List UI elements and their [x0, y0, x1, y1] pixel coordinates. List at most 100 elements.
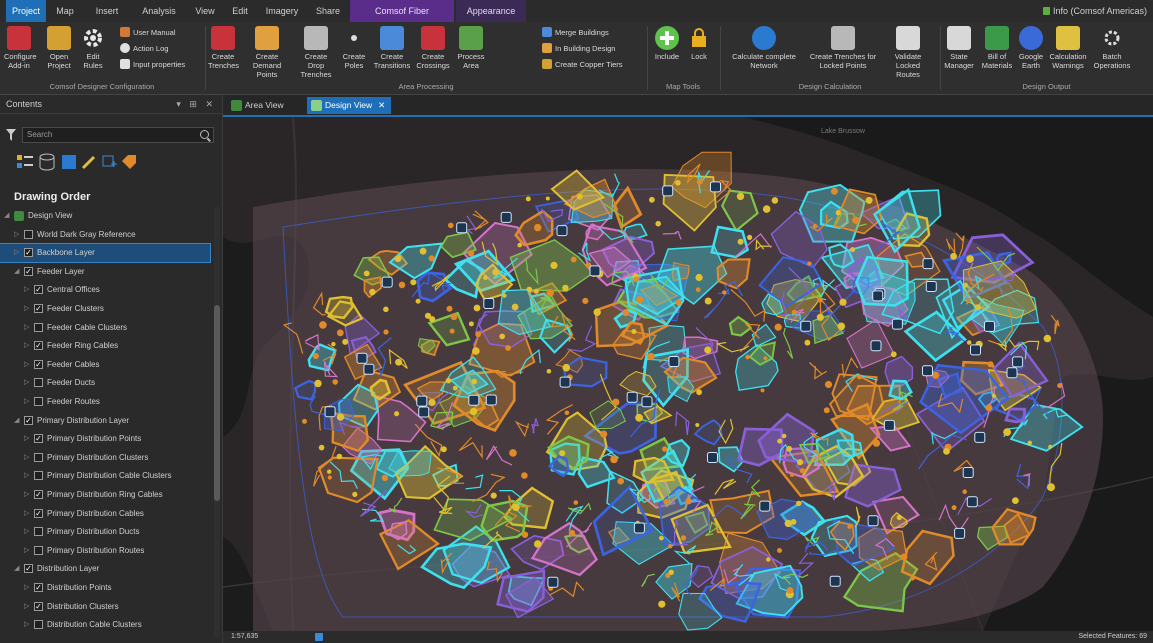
distribution-point[interactable]	[852, 216, 860, 224]
calculation-warnings-button[interactable]: Calculation Warnings	[1048, 26, 1088, 70]
distribution-point[interactable]	[562, 363, 571, 372]
central-office-marker[interactable]	[662, 185, 674, 197]
expand-arrow-icon[interactable]: ▷	[24, 281, 29, 299]
layer-row[interactable]: ▷ Feeder Cable Clusters	[0, 319, 210, 337]
distribution-point[interactable]	[617, 477, 624, 485]
distribution-point[interactable]	[649, 196, 655, 203]
edit-rules-button[interactable]: Edit Rules	[80, 26, 106, 70]
list-by-selection-icon[interactable]	[60, 153, 78, 171]
layer-visibility-checkbox[interactable]: ✓	[34, 490, 43, 499]
distribution-point[interactable]	[483, 275, 488, 280]
distribution-point[interactable]	[622, 309, 630, 317]
merge-buildings-button[interactable]: Merge Buildings	[542, 26, 609, 40]
distribution-point[interactable]	[395, 358, 403, 366]
tab-analysis[interactable]: Analysis	[132, 0, 186, 22]
layer-row[interactable]: ▷ Primary Distribution Clusters	[0, 449, 210, 467]
distribution-point[interactable]	[499, 333, 506, 340]
distribution-point[interactable]	[573, 500, 579, 505]
distribution-point[interactable]	[512, 503, 520, 512]
create-poles-button[interactable]: Create Poles	[340, 26, 368, 70]
layer-visibility-checkbox[interactable]: ✓	[34, 341, 43, 351]
distribution-point[interactable]	[450, 313, 458, 321]
layer-visibility-checkbox[interactable]: ✓	[24, 415, 33, 425]
central-office-marker[interactable]	[867, 515, 879, 527]
process-area-button[interactable]: Process Area	[456, 26, 486, 70]
tab-insert[interactable]: Insert	[84, 0, 130, 22]
distribution-point[interactable]	[890, 351, 897, 358]
central-office-marker[interactable]	[870, 340, 882, 352]
distribution-point[interactable]	[475, 331, 481, 338]
validate-locked-routes-button[interactable]: Validate Locked Routes	[884, 26, 932, 79]
distribution-point[interactable]	[577, 193, 583, 200]
layer-visibility-checkbox[interactable]	[34, 545, 43, 555]
distribution-point[interactable]	[774, 323, 782, 331]
layer-row[interactable]: ▷ ✓ Feeder Clusters	[0, 300, 210, 318]
distribution-point[interactable]	[824, 380, 833, 389]
filter-icon[interactable]	[6, 129, 16, 141]
distribution-point[interactable]	[951, 505, 957, 511]
central-office-marker[interactable]	[547, 576, 559, 588]
collapse-arrow-icon[interactable]: ◢	[14, 412, 19, 430]
distribution-point[interactable]	[568, 529, 576, 537]
distribution-point[interactable]	[612, 398, 620, 406]
distribution-point[interactable]	[823, 407, 830, 414]
central-office-marker[interactable]	[974, 431, 986, 443]
expand-arrow-icon[interactable]: ▷	[24, 374, 29, 392]
central-office-marker[interactable]	[829, 575, 841, 587]
include-button[interactable]: Include	[652, 26, 682, 61]
central-office-marker[interactable]	[759, 500, 771, 512]
distribution-point[interactable]	[659, 535, 664, 541]
tab-imagery[interactable]: Imagery	[258, 0, 306, 22]
distribution-point[interactable]	[525, 196, 531, 202]
distribution-point[interactable]	[633, 276, 639, 282]
distribution-point[interactable]	[521, 472, 528, 479]
distribution-point[interactable]	[394, 411, 400, 417]
distribution-point[interactable]	[521, 531, 529, 538]
create-demand-points-button[interactable]: Create Demand Points	[244, 26, 290, 79]
close-tab-icon[interactable]: ✕	[378, 100, 385, 110]
layer-visibility-checkbox[interactable]	[34, 452, 43, 462]
distribution-point[interactable]	[850, 247, 856, 253]
expand-arrow-icon[interactable]: ▷	[24, 430, 29, 448]
contents-scrollbar[interactable]	[214, 207, 220, 637]
central-office-marker[interactable]	[707, 452, 718, 463]
distribution-point[interactable]	[658, 600, 666, 608]
distribution-point[interactable]	[492, 268, 500, 276]
distribution-point[interactable]	[962, 489, 967, 495]
layer-row[interactable]: ▷ Feeder Ducts	[0, 374, 210, 392]
tab-design-view[interactable]: Design View ✕	[307, 97, 392, 114]
distribution-point[interactable]	[383, 329, 389, 335]
central-office-marker[interactable]	[556, 225, 568, 237]
distribution-point[interactable]	[440, 446, 447, 453]
central-office-marker[interactable]	[356, 352, 368, 364]
create-transitions-button[interactable]: Create Transitions	[372, 26, 412, 70]
distribution-point[interactable]	[469, 407, 478, 416]
map-tools-icon[interactable]	[315, 633, 323, 641]
distribution-point[interactable]	[695, 273, 703, 282]
distribution-point[interactable]	[419, 247, 427, 255]
distribution-point[interactable]	[550, 261, 558, 269]
distribution-point[interactable]	[534, 223, 542, 232]
distribution-point[interactable]	[336, 453, 343, 460]
layer-row[interactable]: ▷ ✓ Primary Distribution Points	[0, 430, 210, 448]
distribution-point[interactable]	[319, 321, 327, 329]
distribution-point[interactable]	[985, 404, 993, 412]
layer-row[interactable]: ▷ ✓ Primary Distribution Cables	[0, 505, 210, 523]
state-manager-button[interactable]: State Manager	[942, 26, 976, 70]
layer-visibility-checkbox[interactable]	[34, 527, 43, 537]
distribution-point[interactable]	[545, 196, 550, 201]
central-office-marker[interactable]	[500, 211, 512, 223]
expand-arrow-icon[interactable]: ▷	[24, 300, 29, 318]
distribution-point[interactable]	[830, 187, 838, 195]
central-office-marker[interactable]	[962, 467, 974, 478]
expand-arrow-icon[interactable]: ▷	[24, 616, 29, 634]
lock-button[interactable]: Lock	[686, 26, 712, 61]
central-office-marker[interactable]	[966, 496, 978, 508]
expand-arrow-icon[interactable]: ▷	[24, 337, 29, 355]
distribution-point[interactable]	[635, 413, 643, 422]
central-office-marker[interactable]	[468, 394, 480, 406]
distribution-point[interactable]	[570, 256, 577, 263]
distribution-point[interactable]	[582, 297, 589, 304]
central-office-marker[interactable]	[668, 356, 680, 367]
map-scale[interactable]: 1:57,635	[231, 631, 258, 643]
